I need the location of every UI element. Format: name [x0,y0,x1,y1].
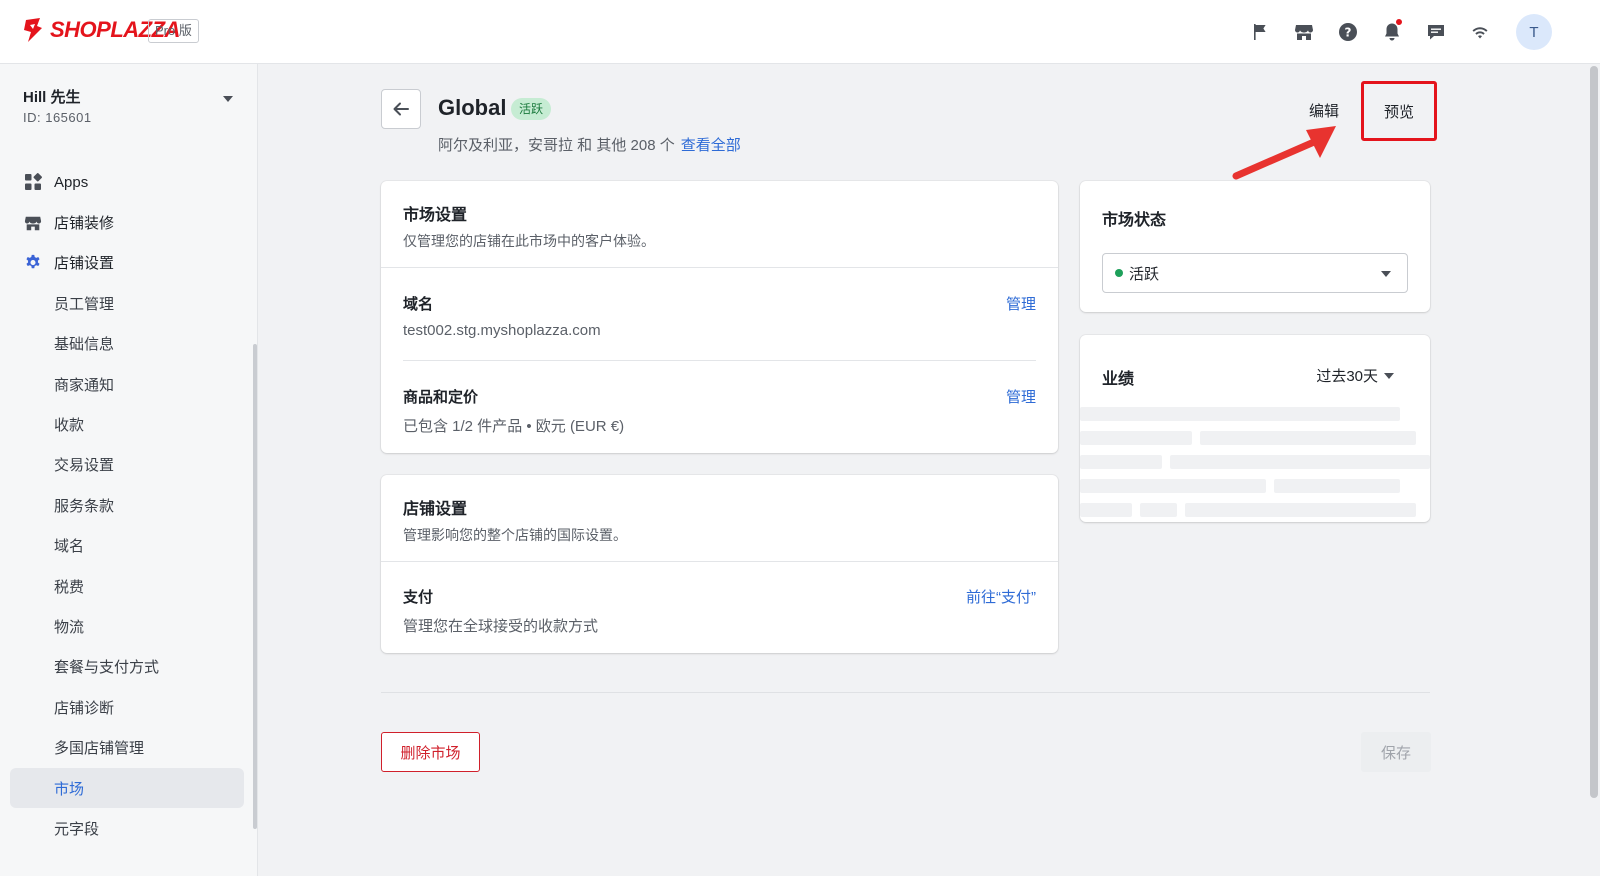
market-settings-card: 市场设置 仅管理您的店铺在此市场中的客户体验。 域名 test002.stg.m… [381,181,1058,453]
sidebar-item-store-settings[interactable]: 店铺设置 [10,243,244,283]
sidebar-item-multi-store[interactable]: 多国店铺管理 [10,727,244,767]
market-settings-desc: 仅管理您的店铺在此市场中的客户体验。 [403,233,655,249]
status-dot [1115,269,1123,277]
sidebar-item-markets[interactable]: 市场 [10,767,244,809]
manage-products-link[interactable]: 管理 [1006,386,1036,407]
footer-divider [381,692,1430,693]
help-icon[interactable]: ? [1326,14,1370,50]
payment-title: 支付 [403,589,434,606]
divider [403,360,1036,361]
sidebar-item-checkout[interactable]: 交易设置 [10,445,244,485]
sidebar-nav: Apps 店铺装修 店铺设置 员工管理 基础信息 商家通知 收款 交易设置 服务… [10,162,244,849]
sidebar-item-store-design[interactable]: 店铺装修 [10,202,244,242]
page-scrollbar[interactable] [1590,66,1598,798]
products-value: 已包含 1/2 件产品 • 欧元 (EUR €) [403,418,625,435]
sidebar-item-policies[interactable]: 服务条款 [10,485,244,525]
products-row: 商品和定价 已包含 1/2 件产品 • 欧元 (EUR €) 管理 [403,386,1036,436]
sidebar-item-payments-received[interactable]: 收款 [10,404,244,444]
domain-title: 域名 [403,296,434,313]
market-status-title: 市场状态 [1102,212,1167,229]
account-name: Hill 先生 [23,89,81,106]
apps-icon [24,173,42,191]
wifi-icon[interactable] [1458,14,1502,50]
sidebar-item-metafields[interactable]: 元字段 [10,808,244,848]
annotation-arrow-icon [1232,126,1336,180]
market-settings-title: 市场设置 [403,207,468,224]
divider [381,561,1058,562]
domain-row: 域名 test002.stg.myshoplazza.com 管理 [403,293,1036,339]
performance-card: 业绩 过去30天 [1080,335,1430,522]
sidebar-item-basic-info[interactable]: 基础信息 [10,324,244,364]
account-id: ID: 165601 [23,110,92,125]
chevron-down-icon [1381,271,1391,277]
performance-title: 业绩 [1102,371,1135,388]
sidebar-item-notifications[interactable]: 商家通知 [10,364,244,404]
page-title: Global [438,95,507,120]
preview-button[interactable]: 预览 [1361,81,1437,141]
sidebar-item-plan-billing[interactable]: 套餐与支付方式 [10,647,244,687]
save-button[interactable]: 保存 [1361,732,1431,772]
notification-dot [1396,19,1402,25]
sidebar-scrollbar[interactable] [253,344,257,829]
user-avatar[interactable]: T [1516,14,1552,50]
sidebar-item-label: Apps [54,173,89,191]
market-status-card: 市场状态 活跃 [1080,181,1430,312]
regions-text: 阿尔及利亚，安哥拉 和 其他 208 个 [438,137,675,154]
market-regions: 阿尔及利亚，安哥拉 和 其他 208 个查看全部 [438,134,741,155]
period-select[interactable]: 过去30天 [1316,365,1394,386]
account-switcher[interactable]: Hill 先生 ID: 165601 [23,86,233,125]
gear-icon [24,254,42,272]
sidebar-item-shipping[interactable]: 物流 [10,606,244,646]
delete-market-button[interactable]: 删除市场 [381,732,480,772]
manage-domain-link[interactable]: 管理 [1006,293,1036,314]
sidebar-item-apps[interactable]: Apps [10,162,244,202]
arrow-left-icon [393,102,409,116]
top-bar: SHOPLAZZA Pro 版 ? T [0,0,1600,64]
go-to-payment-link[interactable]: 前往“支付” [966,586,1036,607]
logo-mark-icon [24,18,42,42]
store-settings-desc: 管理影响您的整个店铺的国际设置。 [403,527,627,543]
sidebar-item-taxes[interactable]: 税费 [10,566,244,606]
bell-icon[interactable] [1370,14,1414,50]
divider [381,267,1058,268]
plan-badge: Pro 版 [148,19,199,43]
payment-row: 支付 管理您在全球接受的收款方式 前往“支付” [403,586,1036,636]
flag-icon[interactable] [1238,14,1282,50]
store-icon[interactable] [1282,14,1326,50]
chat-icon[interactable] [1414,14,1458,50]
sidebar-item-label: 店铺装修 [54,215,115,233]
status-badge: 活跃 [511,98,552,120]
chevron-down-icon [1384,372,1394,379]
top-icons: ? T [1238,14,1552,50]
sidebar-item-label: 店铺设置 [54,255,115,273]
view-all-link[interactable]: 查看全部 [681,137,741,154]
domain-value: test002.stg.myshoplazza.com [403,322,601,339]
sidebar: Hill 先生 ID: 165601 Apps 店铺装修 店铺设置 员工管理 基… [0,64,258,876]
selected-status: 活跃 [1129,265,1160,283]
chevron-down-icon [223,96,233,102]
products-title: 商品和定价 [403,389,479,406]
payment-value: 管理您在全球接受的收款方式 [403,618,599,635]
sidebar-item-diagnostics[interactable]: 店铺诊断 [10,687,244,727]
store-settings-card: 店铺设置 管理影响您的整个店铺的国际设置。 支付 管理您在全球接受的收款方式 前… [381,475,1058,653]
store-icon [24,214,42,232]
sidebar-item-domains[interactable]: 域名 [10,526,244,566]
store-settings-title: 店铺设置 [403,501,468,518]
market-status-select[interactable]: 活跃 [1102,253,1408,293]
period-label: 过去30天 [1316,368,1378,385]
svg-text:?: ? [1345,26,1352,40]
sidebar-item-staff[interactable]: 员工管理 [10,283,244,323]
back-button[interactable] [381,89,421,129]
